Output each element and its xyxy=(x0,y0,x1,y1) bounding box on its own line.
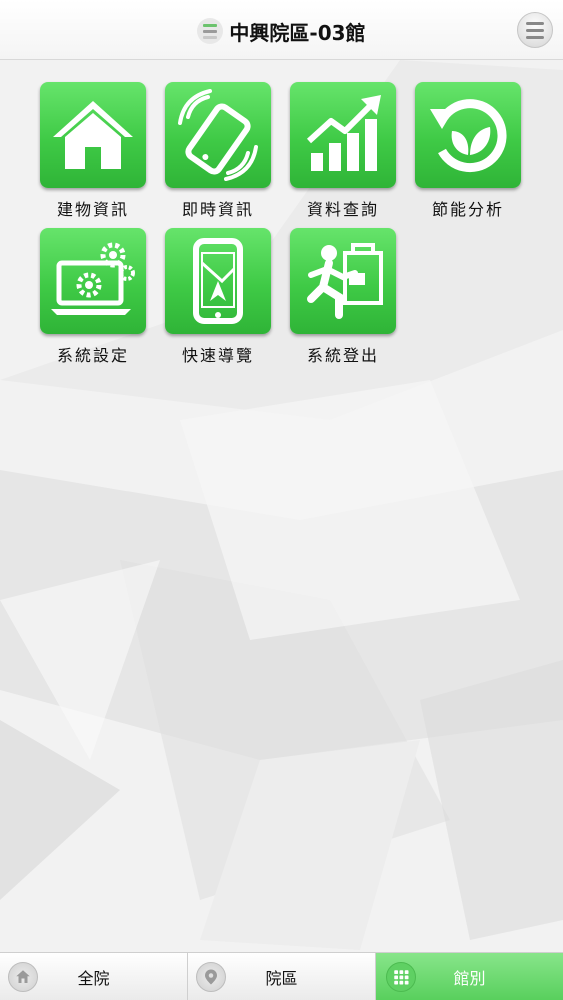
tab-label: 院區 xyxy=(265,969,298,988)
leaf-cycle-icon xyxy=(430,99,507,173)
laptop-gears-icon xyxy=(51,242,135,315)
tile-label: 即時資訊 xyxy=(181,200,254,219)
header-title-area: 中興院區-03館 xyxy=(0,14,563,48)
tile-energy-analysis[interactable]: 節能分析 xyxy=(415,82,521,220)
tile-system-settings[interactable]: 系統設定 xyxy=(40,228,146,366)
tab-building[interactable]: 館別 xyxy=(376,953,563,1000)
hamburger-menu-icon[interactable] xyxy=(517,12,553,48)
tile-label: 節能分析 xyxy=(431,200,504,219)
tile-label: 系統設定 xyxy=(56,346,129,365)
tile-logout[interactable]: 系統登出 xyxy=(290,228,396,366)
bottom-tab-bar: 全院 院區 館別 xyxy=(0,952,563,1000)
location-pin-icon xyxy=(196,962,226,992)
running-exit-icon xyxy=(307,243,383,319)
tab-label: 全院 xyxy=(77,969,110,988)
tile-label: 系統登出 xyxy=(306,346,379,365)
tile-label: 快速導覽 xyxy=(181,346,254,365)
building-badge-icon xyxy=(197,18,224,44)
tile-quick-guide[interactable]: 快速導覽 xyxy=(165,228,271,366)
bar-chart-growth-icon xyxy=(306,95,381,171)
app-header: 中興院區-03館 xyxy=(0,0,563,60)
phone-vibrate-icon xyxy=(178,89,258,181)
tab-campus[interactable]: 院區 xyxy=(188,953,376,1000)
tab-hospital[interactable]: 全院 xyxy=(0,953,188,1000)
phone-map-icon xyxy=(193,238,243,324)
house-icon xyxy=(53,101,133,169)
tile-data-query[interactable]: 資料查詢 xyxy=(290,82,396,220)
home-icon xyxy=(8,962,38,992)
grid-icon xyxy=(386,962,416,992)
page-title: 中興院區-03館 xyxy=(229,20,366,45)
tile-realtime-info[interactable]: 即時資訊 xyxy=(165,82,271,220)
tile-building-info[interactable]: 建物資訊 xyxy=(40,82,146,220)
tile-label: 建物資訊 xyxy=(56,200,129,219)
tile-label: 資料查詢 xyxy=(306,200,379,219)
tab-label: 館別 xyxy=(453,969,486,988)
